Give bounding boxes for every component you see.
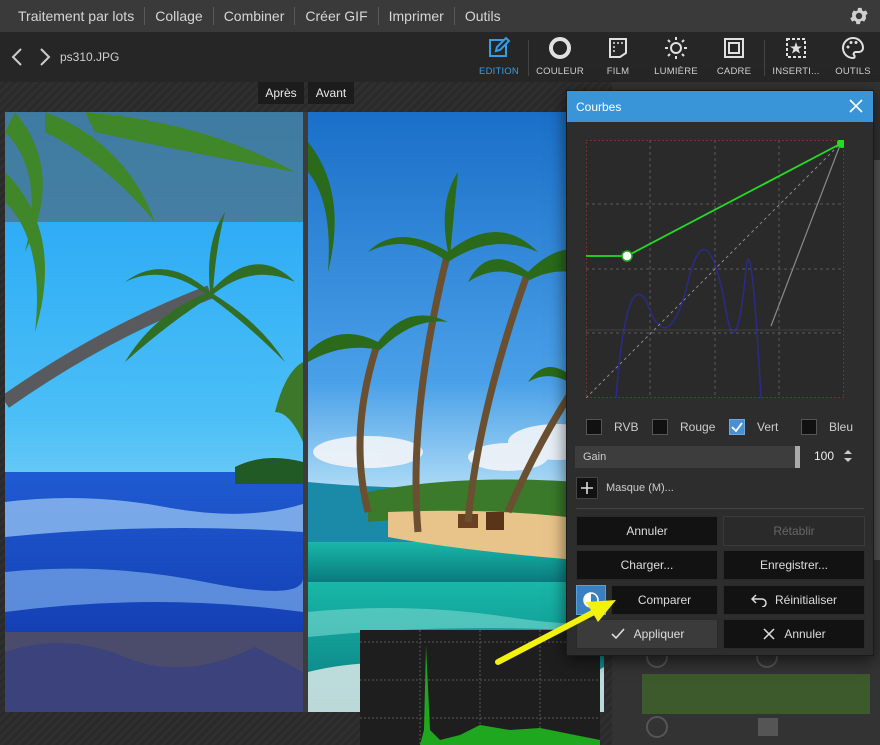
channel-rvb[interactable]: RVB <box>586 419 638 435</box>
button-label: Annuler <box>784 627 826 641</box>
toolbar: ps310.JPG EDITION COULEUR FILM LUMIÈRE C… <box>0 32 880 82</box>
insert-icon <box>786 38 806 58</box>
file-name: ps310.JPG <box>60 50 120 64</box>
annotation-arrow-icon <box>495 600 616 665</box>
reset-button[interactable]: Réinitialiser <box>723 585 865 615</box>
close-icon <box>763 628 775 640</box>
tool-film[interactable]: FILM <box>598 36 638 80</box>
mask-label: Masque (M)... <box>606 482 674 494</box>
gear-icon[interactable] <box>848 5 870 27</box>
button-label: Réinitialiser <box>774 593 838 607</box>
checkbox-rvb[interactable] <box>586 419 602 435</box>
load-button[interactable]: Charger... <box>576 550 718 580</box>
save-button[interactable]: Enregistrer... <box>723 550 865 580</box>
dialog-title: Courbes <box>576 100 622 114</box>
dialog-divider <box>576 508 864 509</box>
menu-print[interactable]: Imprimer <box>379 0 454 32</box>
cancel-button[interactable]: Annuler <box>723 619 865 649</box>
plus-icon <box>581 482 593 494</box>
button-label: Enregistrer... <box>759 558 829 572</box>
menu-batch[interactable]: Traitement par lots <box>0 0 144 32</box>
dialog-header: Courbes <box>567 91 873 122</box>
tool-outils[interactable]: OUTILS <box>830 36 876 80</box>
checkbox-rouge[interactable] <box>652 419 668 435</box>
after-image <box>5 112 303 712</box>
tool-insertion[interactable]: INSERTI... <box>768 36 824 80</box>
sun-icon <box>665 37 687 59</box>
menu-create-gif[interactable]: Créer GIF <box>295 0 377 32</box>
curves-dialog: Courbes RVB Rouge Vert Bleu Gain 100 Mas… <box>566 90 874 656</box>
redo-button[interactable]: Rétablir <box>723 516 865 546</box>
toolbar-separator <box>528 40 529 76</box>
curve-point[interactable] <box>621 250 633 262</box>
channel-label: RVB <box>614 420 639 434</box>
tool-couleur[interactable]: COULEUR <box>534 36 586 80</box>
toolbar-separator <box>764 40 765 76</box>
channel-vert[interactable]: Vert <box>729 419 778 435</box>
palette-icon <box>842 36 865 60</box>
gain-value[interactable]: 100 <box>814 449 834 463</box>
undo-icon <box>750 594 767 607</box>
tool-label: EDITION <box>479 66 519 77</box>
close-icon[interactable] <box>849 99 863 113</box>
tool-lumiere[interactable]: LUMIÈRE <box>652 36 700 80</box>
button-label: Appliquer <box>633 627 685 641</box>
button-label: Annuler <box>626 524 668 538</box>
after-label: Après <box>258 82 304 104</box>
compare-button[interactable]: Comparer <box>611 585 718 615</box>
tool-label: FILM <box>606 66 630 77</box>
button-label: Rétablir <box>773 524 815 538</box>
gain-label: Gain <box>583 451 607 463</box>
forward-icon[interactable] <box>34 46 54 68</box>
channel-label: Vert <box>757 420 779 434</box>
tool-label: OUTILS <box>835 66 871 77</box>
tool-label: LUMIÈRE <box>654 66 698 77</box>
tool-label: COULEUR <box>536 66 584 77</box>
curve-editor[interactable] <box>586 140 844 398</box>
channel-rouge[interactable]: Rouge <box>652 419 715 435</box>
menu-tools[interactable]: Outils <box>455 0 511 32</box>
channel-bleu[interactable]: Bleu <box>801 419 853 435</box>
gain-slider[interactable]: Gain <box>575 446 800 468</box>
tool-label: CADRE <box>716 66 752 77</box>
channel-label: Rouge <box>680 420 716 434</box>
back-icon[interactable] <box>8 46 28 68</box>
color-circle-icon <box>549 37 571 59</box>
button-label: Charger... <box>620 558 674 572</box>
tool-edition[interactable]: EDITION <box>476 36 522 80</box>
button-label: Comparer <box>637 593 692 607</box>
tool-label: INSERTI... <box>772 66 820 77</box>
checkbox-vert[interactable] <box>729 419 745 435</box>
cancel-top-button[interactable]: Annuler <box>576 516 718 546</box>
gain-slider-handle[interactable] <box>795 446 800 468</box>
edit-icon <box>489 36 511 57</box>
checkmark-icon <box>731 422 743 433</box>
menu-bar: Traitement par lots Collage Combiner Cré… <box>0 0 880 32</box>
channel-label: Bleu <box>829 420 854 434</box>
before-label: Avant <box>308 82 354 104</box>
spinner-icon[interactable] <box>843 448 853 464</box>
menu-combine[interactable]: Combiner <box>214 0 295 32</box>
film-icon <box>609 38 627 58</box>
tool-cadre[interactable]: CADRE <box>712 36 756 80</box>
menu-collage[interactable]: Collage <box>145 0 212 32</box>
frame-icon <box>724 38 744 58</box>
mask-add-button[interactable] <box>576 477 598 499</box>
checkbox-bleu[interactable] <box>801 419 817 435</box>
